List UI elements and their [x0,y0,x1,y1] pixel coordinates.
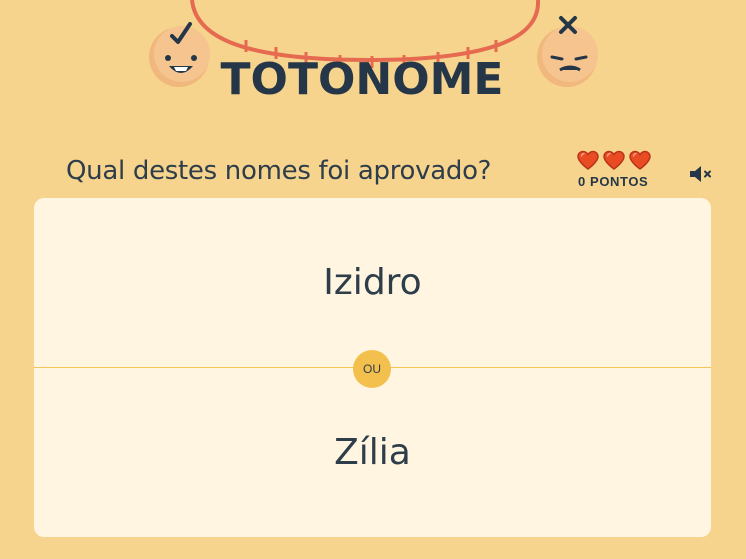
happy-baby-icon [149,22,210,87]
answer-card: Izidro OU Zília [34,198,711,537]
option-first-button[interactable]: Izidro [34,198,711,367]
string-arc [190,0,541,63]
totonome-logo: TOTONOME [149,0,598,105]
heart-icon [629,150,651,170]
heart-icon [577,150,599,170]
points-label: 0 PONTOS [578,174,649,189]
muted-speaker-icon[interactable] [688,163,714,185]
option-second-button[interactable]: Zília [34,368,711,537]
grumpy-baby-icon [537,16,598,87]
logo-title: TOTONOME [221,54,504,105]
heart-icon [603,150,625,170]
question-text: Qual destes nomes foi aprovado? [66,156,492,186]
lives-indicator [576,150,652,170]
